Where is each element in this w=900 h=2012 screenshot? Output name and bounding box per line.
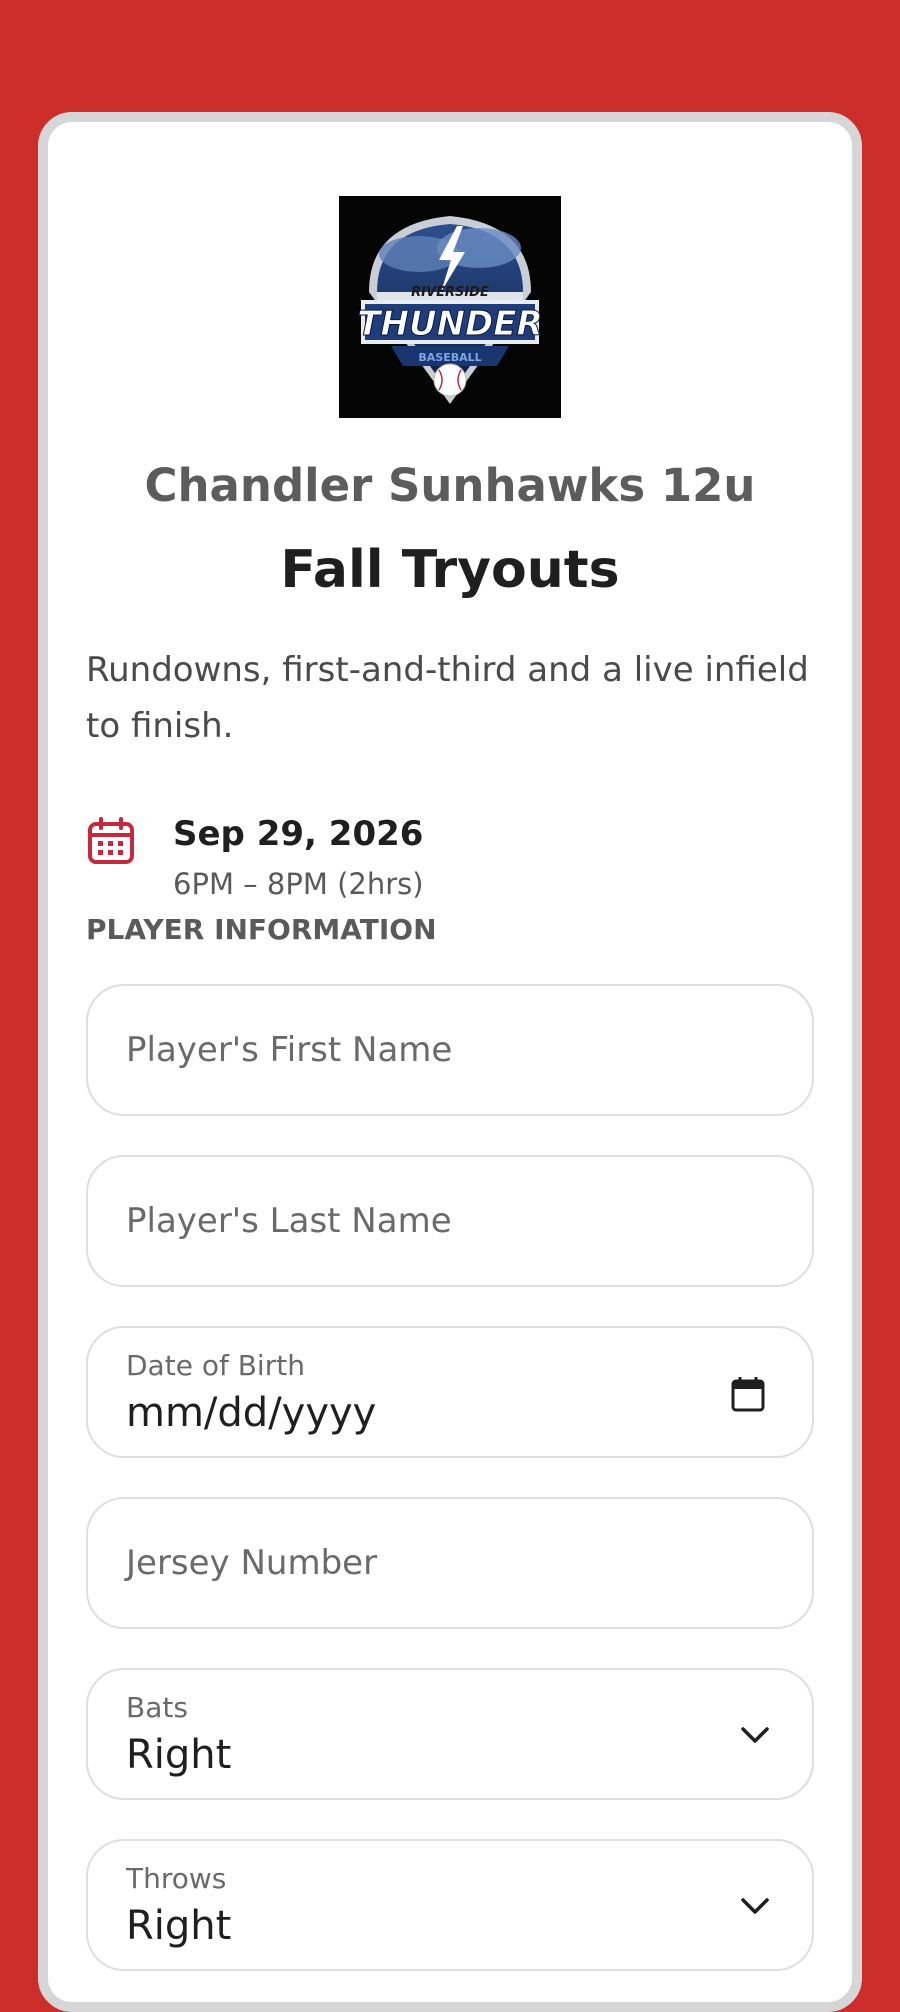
throws-label: Throws: [126, 1862, 227, 1895]
date-of-birth-label: Date of Birth: [126, 1349, 305, 1382]
bats-value: Right: [126, 1732, 232, 1778]
logo-riverside-text: RIVERSIDE: [411, 285, 489, 300]
first-name-placeholder: Player's First Name: [126, 1030, 453, 1070]
throws-select[interactable]: Throws Right: [86, 1839, 814, 1971]
first-name-input[interactable]: Player's First Name: [86, 984, 814, 1116]
team-logo: RIVERSIDE THUNDER BASEBALL: [339, 196, 561, 418]
throws-value: Right: [126, 1903, 232, 1949]
event-time: 6PM – 8PM (2hrs): [173, 867, 424, 901]
event-title: Fall Tryouts: [280, 540, 620, 600]
date-picker-icon[interactable]: [728, 1374, 768, 1414]
last-name-placeholder: Player's Last Name: [126, 1201, 452, 1241]
jersey-number-placeholder: Jersey Number: [126, 1543, 378, 1583]
logo-thunder-text: THUNDER: [357, 304, 542, 344]
date-of-birth-input[interactable]: Date of Birth mm/dd/yyyy: [86, 1326, 814, 1458]
logo-baseball-text: BASEBALL: [418, 351, 481, 364]
event-description: Rundowns, first-and-third and a live inf…: [86, 650, 809, 746]
jersey-number-input[interactable]: Jersey Number: [86, 1497, 814, 1629]
chevron-down-icon: [741, 1898, 769, 1914]
chevron-down-icon: [741, 1727, 769, 1743]
bats-label: Bats: [126, 1691, 188, 1724]
date-of-birth-value: mm/dd/yyyy: [126, 1390, 377, 1436]
section-label-player-information: PLAYER INFORMATION: [86, 913, 437, 946]
bats-select[interactable]: Bats Right: [86, 1668, 814, 1800]
team-name: Chandler Sunhawks 12u: [144, 459, 756, 512]
event-date: Sep 29, 2026: [173, 814, 424, 854]
calendar-icon: [88, 817, 134, 864]
last-name-input[interactable]: Player's Last Name: [86, 1155, 814, 1287]
